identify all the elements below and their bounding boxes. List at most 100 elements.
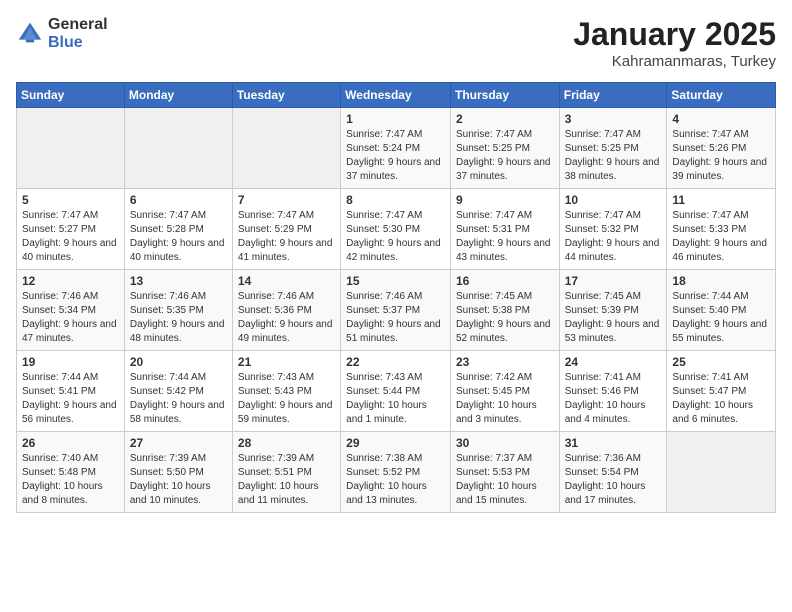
day-content: Sunrise: 7:39 AM Sunset: 5:51 PM Dayligh… [238,452,335,508]
day-content: Sunrise: 7:47 AM Sunset: 5:26 PM Dayligh… [672,128,770,184]
calendar-cell [124,108,232,189]
day-number: 27 [130,436,227,450]
day-number: 2 [456,112,554,126]
weekday-header-wednesday: Wednesday [341,83,451,108]
day-number: 1 [346,112,445,126]
calendar-cell: 2 Sunrise: 7:47 AM Sunset: 5:25 PM Daylig… [450,108,559,189]
day-number: 11 [672,193,770,207]
calendar-cell [232,108,340,189]
day-number: 7 [238,193,335,207]
week-row-1: 1 Sunrise: 7:47 AM Sunset: 5:24 PM Daylig… [17,108,776,189]
day-number: 30 [456,436,554,450]
calendar-cell: 31 Sunrise: 7:36 AM Sunset: 5:54 PM Dayli… [559,432,667,513]
day-number: 14 [238,274,335,288]
calendar-cell: 24 Sunrise: 7:41 AM Sunset: 5:46 PM Dayli… [559,351,667,432]
week-row-3: 12 Sunrise: 7:46 AM Sunset: 5:34 PM Dayli… [17,270,776,351]
calendar-cell: 19 Sunrise: 7:44 AM Sunset: 5:41 PM Dayli… [17,351,125,432]
day-content: Sunrise: 7:39 AM Sunset: 5:50 PM Dayligh… [130,452,227,508]
weekday-header-sunday: Sunday [17,83,125,108]
day-number: 19 [22,355,119,369]
calendar-table: SundayMondayTuesdayWednesdayThursdayFrid… [16,82,776,513]
week-row-4: 19 Sunrise: 7:44 AM Sunset: 5:41 PM Dayli… [17,351,776,432]
logo-text: General Blue [48,16,108,51]
day-content: Sunrise: 7:47 AM Sunset: 5:32 PM Dayligh… [565,209,662,265]
day-content: Sunrise: 7:46 AM Sunset: 5:37 PM Dayligh… [346,290,445,346]
day-number: 6 [130,193,227,207]
calendar-cell: 16 Sunrise: 7:45 AM Sunset: 5:38 PM Dayli… [450,270,559,351]
calendar-cell: 18 Sunrise: 7:44 AM Sunset: 5:40 PM Dayli… [667,270,776,351]
day-content: Sunrise: 7:40 AM Sunset: 5:48 PM Dayligh… [22,452,119,508]
day-number: 10 [565,193,662,207]
day-number: 17 [565,274,662,288]
weekday-header-monday: Monday [124,83,232,108]
day-content: Sunrise: 7:46 AM Sunset: 5:35 PM Dayligh… [130,290,227,346]
day-content: Sunrise: 7:46 AM Sunset: 5:34 PM Dayligh… [22,290,119,346]
day-number: 31 [565,436,662,450]
day-number: 24 [565,355,662,369]
day-number: 4 [672,112,770,126]
logo-blue: Blue [48,34,108,52]
week-row-5: 26 Sunrise: 7:40 AM Sunset: 5:48 PM Dayli… [17,432,776,513]
day-content: Sunrise: 7:36 AM Sunset: 5:54 PM Dayligh… [565,452,662,508]
logo: General Blue [16,16,108,51]
day-number: 18 [672,274,770,288]
day-number: 26 [22,436,119,450]
calendar-cell: 4 Sunrise: 7:47 AM Sunset: 5:26 PM Daylig… [667,108,776,189]
calendar-cell: 13Sunrise: 7:46 AM Sunset: 5:35 PM Dayli… [124,270,232,351]
day-number: 20 [130,355,227,369]
day-number: 15 [346,274,445,288]
day-number: 22 [346,355,445,369]
weekday-header-thursday: Thursday [450,83,559,108]
calendar-cell: 1 Sunrise: 7:47 AM Sunset: 5:24 PM Daylig… [341,108,451,189]
calendar-cell: 23 Sunrise: 7:42 AM Sunset: 5:45 PM Dayli… [450,351,559,432]
calendar-title: January 2025 [573,16,776,53]
weekday-header-friday: Friday [559,83,667,108]
day-content: Sunrise: 7:44 AM Sunset: 5:40 PM Dayligh… [672,290,770,346]
day-number: 16 [456,274,554,288]
logo-general: General [48,16,108,34]
day-content: Sunrise: 7:38 AM Sunset: 5:52 PM Dayligh… [346,452,445,508]
day-content: Sunrise: 7:47 AM Sunset: 5:24 PM Dayligh… [346,128,445,184]
day-content: Sunrise: 7:37 AM Sunset: 5:53 PM Dayligh… [456,452,554,508]
calendar-cell: 12 Sunrise: 7:46 AM Sunset: 5:34 PM Dayli… [17,270,125,351]
day-content: Sunrise: 7:42 AM Sunset: 5:45 PM Dayligh… [456,371,554,427]
calendar-cell: 6 Sunrise: 7:47 AM Sunset: 5:28 PM Daylig… [124,189,232,270]
week-row-2: 5 Sunrise: 7:47 AM Sunset: 5:27 PM Daylig… [17,189,776,270]
day-number: 3 [565,112,662,126]
calendar-location: Kahramanmaras, Turkey [573,53,776,70]
day-content: Sunrise: 7:47 AM Sunset: 5:25 PM Dayligh… [565,128,662,184]
day-number: 9 [456,193,554,207]
day-content: Sunrise: 7:43 AM Sunset: 5:43 PM Dayligh… [238,371,335,427]
day-number: 23 [456,355,554,369]
day-content: Sunrise: 7:41 AM Sunset: 5:46 PM Dayligh… [565,371,662,427]
day-content: Sunrise: 7:45 AM Sunset: 5:39 PM Dayligh… [565,290,662,346]
day-number: 12 [22,274,119,288]
day-content: Sunrise: 7:41 AM Sunset: 5:47 PM Dayligh… [672,371,770,427]
weekday-header-row: SundayMondayTuesdayWednesdayThursdayFrid… [17,83,776,108]
day-number: 28 [238,436,335,450]
calendar-cell: 8 Sunrise: 7:47 AM Sunset: 5:30 PM Daylig… [341,189,451,270]
calendar-cell: 28 Sunrise: 7:39 AM Sunset: 5:51 PM Dayli… [232,432,340,513]
calendar-cell: 30 Sunrise: 7:37 AM Sunset: 5:53 PM Dayli… [450,432,559,513]
day-content: Sunrise: 7:47 AM Sunset: 5:27 PM Dayligh… [22,209,119,265]
calendar-cell [667,432,776,513]
calendar-cell: 15 Sunrise: 7:46 AM Sunset: 5:37 PM Dayli… [341,270,451,351]
calendar-cell: 26 Sunrise: 7:40 AM Sunset: 5:48 PM Dayli… [17,432,125,513]
day-content: Sunrise: 7:43 AM Sunset: 5:44 PM Dayligh… [346,371,445,427]
calendar-cell: 14Sunrise: 7:46 AM Sunset: 5:36 PM Dayli… [232,270,340,351]
weekday-header-tuesday: Tuesday [232,83,340,108]
day-number: 21 [238,355,335,369]
title-block: January 2025 Kahramanmaras, Turkey [573,16,776,70]
day-content: Sunrise: 7:47 AM Sunset: 5:29 PM Dayligh… [238,209,335,265]
day-content: Sunrise: 7:47 AM Sunset: 5:25 PM Dayligh… [456,128,554,184]
day-content: Sunrise: 7:44 AM Sunset: 5:41 PM Dayligh… [22,371,119,427]
day-number: 25 [672,355,770,369]
day-number: 8 [346,193,445,207]
day-number: 5 [22,193,119,207]
day-content: Sunrise: 7:47 AM Sunset: 5:28 PM Dayligh… [130,209,227,265]
calendar-cell: 7 Sunrise: 7:47 AM Sunset: 5:29 PM Daylig… [232,189,340,270]
calendar-cell: 27 Sunrise: 7:39 AM Sunset: 5:50 PM Dayli… [124,432,232,513]
day-content: Sunrise: 7:47 AM Sunset: 5:30 PM Dayligh… [346,209,445,265]
calendar-cell [17,108,125,189]
day-content: Sunrise: 7:45 AM Sunset: 5:38 PM Dayligh… [456,290,554,346]
